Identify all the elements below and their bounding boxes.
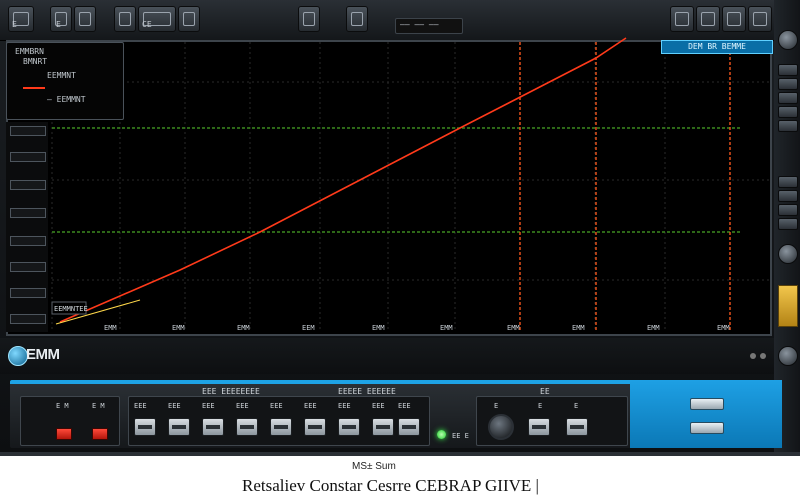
top-knob[interactable]: [778, 30, 798, 50]
hud-readout: DEM BR BEMME: [661, 40, 773, 54]
left-axis-box: [10, 288, 46, 298]
gold-slider[interactable]: [778, 285, 798, 327]
x-tick-label: EMM: [440, 324, 453, 332]
led-label: EE E: [452, 432, 469, 440]
left-axis-box: [10, 126, 46, 136]
side-button-4[interactable]: [778, 106, 798, 118]
right-key-2[interactable]: [566, 418, 588, 436]
key-label: EEE: [134, 402, 147, 410]
left-section-label-2: E M: [92, 402, 105, 410]
left-axis-box: [10, 180, 46, 190]
key-label: EEE: [270, 402, 283, 410]
brand-strip: [0, 338, 774, 374]
left-axis-box: [10, 236, 46, 246]
blue-control-block: [630, 380, 782, 448]
panel-caption-2: EEEEE EEEEEE: [338, 387, 396, 396]
key-label: EEE: [304, 402, 317, 410]
footer-small-caption: MS± Sum: [352, 461, 396, 472]
bottom-knob[interactable]: [778, 346, 798, 366]
left-axis-box: [10, 152, 46, 162]
power-led: [437, 430, 446, 439]
key-label: EEE: [236, 402, 249, 410]
x-tick-label: EMM: [647, 324, 660, 332]
side-button-2[interactable]: [778, 78, 798, 90]
trace-legend-swatch: [23, 87, 45, 89]
left-axis-box: [10, 314, 46, 324]
key-label: EEE: [168, 402, 181, 410]
right-key-1[interactable]: [528, 418, 550, 436]
key-label: EEE: [372, 402, 385, 410]
info-line-3: EEMMNT: [47, 71, 76, 80]
blue-panel-button-2[interactable]: [690, 422, 724, 434]
measurement-info-box: EMMBRN BMNRT EEMMNT — EEMMNT: [6, 42, 124, 120]
x-tick-label: EMM: [172, 324, 185, 332]
left-axis-strip: [6, 122, 48, 332]
side-button-8[interactable]: [778, 204, 798, 216]
footer-caption: Retsaliev Constar Cesrre CEBRAP GIIVE |: [242, 476, 539, 495]
side-button-1[interactable]: [778, 64, 798, 76]
panel-key[interactable]: [398, 418, 420, 436]
brand-name: EMM: [26, 346, 60, 363]
x-tick-label: EMM: [237, 324, 250, 332]
side-button-7[interactable]: [778, 190, 798, 202]
adjust-knob[interactable]: [488, 414, 514, 440]
side-button-3[interactable]: [778, 92, 798, 104]
panel-caption-1: EEE EEEEEEEE: [202, 387, 260, 396]
panel-key[interactable]: [236, 418, 258, 436]
x-tick-label: EEM: [302, 324, 315, 332]
x-tick-label: EMM: [104, 324, 117, 332]
panel-key[interactable]: [372, 418, 394, 436]
knob-label: E: [494, 402, 499, 410]
panel-key[interactable]: [270, 418, 292, 436]
x-tick-label: EMM: [717, 324, 730, 332]
key-label: EEE: [398, 402, 411, 410]
indicator-dot: [750, 353, 756, 359]
red-button-1[interactable]: [56, 428, 72, 440]
info-line-4: — EEMMNT: [47, 95, 86, 104]
left-axis-box: [10, 208, 46, 218]
panel-key[interactable]: [168, 418, 190, 436]
red-button-2[interactable]: [92, 428, 108, 440]
mini-label: EEMMNTEE: [54, 305, 88, 313]
side-button-5[interactable]: [778, 120, 798, 132]
side-knob[interactable]: [778, 244, 798, 264]
key-label: EEE: [338, 402, 351, 410]
blue-panel-button-1[interactable]: [690, 398, 724, 410]
side-button-9[interactable]: [778, 218, 798, 230]
right-key-label-1: E: [538, 402, 543, 410]
left-axis-box: [10, 262, 46, 272]
x-tick-label: EMM: [507, 324, 520, 332]
side-button-6[interactable]: [778, 176, 798, 188]
x-tick-label: EMM: [372, 324, 385, 332]
panel-key[interactable]: [134, 418, 156, 436]
panel-key[interactable]: [338, 418, 360, 436]
right-key-label-2: E: [574, 402, 579, 410]
x-tick-label: EMM: [572, 324, 585, 332]
info-line-1: EMMBRN: [15, 47, 44, 56]
key-label: EEE: [202, 402, 215, 410]
panel-key[interactable]: [202, 418, 224, 436]
panel-caption-3: EE: [540, 387, 550, 396]
left-section-label-1: E M: [56, 402, 69, 410]
indicator-dot: [760, 353, 766, 359]
info-line-2: BMNRT: [23, 57, 48, 66]
panel-key[interactable]: [304, 418, 326, 436]
globe-logo-icon: [8, 346, 28, 366]
